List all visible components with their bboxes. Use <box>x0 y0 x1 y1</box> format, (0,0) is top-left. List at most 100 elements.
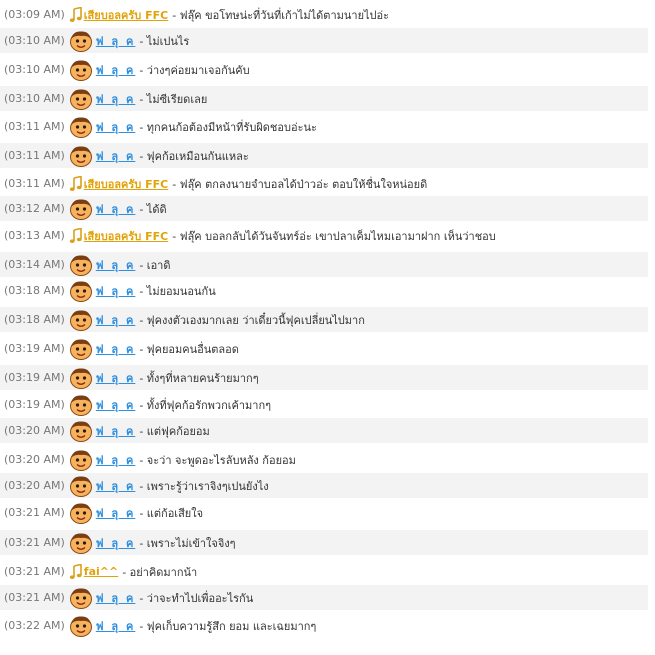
smiley-face-icon <box>69 587 96 609</box>
smiley-face-icon <box>69 338 92 360</box>
smiley-face-icon <box>69 198 96 220</box>
music-note-icon <box>69 6 82 22</box>
message-text: - แต่ก้อเสียใจ <box>139 506 204 520</box>
smiley-face-icon <box>69 309 96 331</box>
smiley-face-icon <box>69 254 96 276</box>
username-link[interactable]: เสียบอลครับ FFC <box>84 6 168 24</box>
smiley-face-icon <box>69 198 92 220</box>
username-link[interactable]: ฟ ลุ ค <box>96 340 136 358</box>
message-timestamp: (03:21 AM) <box>4 506 65 519</box>
message-timestamp: (03:14 AM) <box>4 258 65 271</box>
message-timestamp: (03:13 AM) <box>4 229 65 242</box>
smiley-face-icon <box>69 30 96 52</box>
chat-message-row: (03:11 AM) เสียบอลครับ FFC - ฟลุ๊ค ตกลงนา… <box>0 171 648 196</box>
smiley-face-icon <box>69 502 92 524</box>
message-timestamp: (03:09 AM) <box>4 8 65 21</box>
music-note-icon <box>69 6 84 23</box>
chat-message-row: (03:19 AM) ฟ ลุ ค - ทั้งที่ฟุคก้อรักพวกเค… <box>0 392 648 417</box>
chat-message-row: (03:13 AM) เสียบอลครับ FFC - ฟลุ๊ค บอลกลั… <box>0 223 648 248</box>
music-note-icon <box>69 563 84 580</box>
message-text: - ฟุคก้อเหมือนกันแหละ <box>139 149 249 163</box>
username-link[interactable]: ฟ ลุ ค <box>96 256 136 274</box>
smiley-face-icon <box>69 309 92 331</box>
username-link[interactable]: ฟ ลุ ค <box>96 118 136 136</box>
username-link[interactable]: ฟ ลุ ค <box>96 147 136 165</box>
message-text: - ฟุคเก็บความรู้สึก ยอม และเฉยมากๆ <box>139 619 317 633</box>
smiley-face-icon <box>69 394 92 416</box>
username-link[interactable]: ฟ ลุ ค <box>96 422 136 440</box>
message-text: - ฟลุ๊ค บอลกลับได้วันจันทร์อ่ะ เขาปลาเค็… <box>172 229 496 243</box>
message-text: - ว่างๆค่อยมาเจอกันคับ <box>139 63 250 77</box>
smiley-face-icon <box>69 615 96 637</box>
chat-message-row: (03:21 AM) ฟ ลุ ค - แต่ก้อเสียใจ <box>0 500 648 525</box>
username-link[interactable]: ฟ ลุ ค <box>96 282 136 300</box>
smiley-face-icon <box>69 145 92 167</box>
smiley-face-icon <box>69 394 96 416</box>
chat-message-row: (03:21 AM) ฟ ลุ ค - ว่าจะทำไปเพื่ออะไรกัน <box>0 585 648 610</box>
message-timestamp: (03:21 AM) <box>4 536 65 549</box>
smiley-face-icon <box>69 59 92 81</box>
message-text: - ฟุคงงตัวเองมากเลย ว่าเดี๋ยวนี้ฟุคเปลี่… <box>139 313 365 327</box>
smiley-face-icon <box>69 532 96 554</box>
username-link[interactable]: ฟ ลุ ค <box>96 61 136 79</box>
message-timestamp: (03:10 AM) <box>4 92 65 105</box>
message-text: - ไม่เปนไร <box>139 34 190 48</box>
message-text: - ไม่ซีเรียดเลย <box>139 92 208 106</box>
username-link[interactable]: ฟ ลุ ค <box>96 534 136 552</box>
message-timestamp: (03:18 AM) <box>4 284 65 297</box>
smiley-face-icon <box>69 420 92 442</box>
message-text: - เพราะไม่เข้าใจจิงๆ <box>139 536 236 550</box>
music-note-icon <box>69 227 82 243</box>
smiley-face-icon <box>69 59 96 81</box>
username-link[interactable]: ฟ ลุ ค <box>96 504 136 522</box>
chat-message-row: (03:10 AM) ฟ ลุ ค - ไม่ซีเรียดเลย <box>0 86 648 111</box>
message-timestamp: (03:20 AM) <box>4 424 65 437</box>
username-link[interactable]: ฟ ลุ ค <box>96 369 136 387</box>
username-link[interactable]: ฟ ลุ ค <box>96 311 136 329</box>
smiley-face-icon <box>69 280 92 302</box>
message-timestamp: (03:11 AM) <box>4 149 65 162</box>
message-text: - ฟุคยอมคนอื่นตลอด <box>139 342 239 356</box>
message-timestamp: (03:20 AM) <box>4 479 65 492</box>
message-timestamp: (03:19 AM) <box>4 371 65 384</box>
chat-message-row: (03:20 AM) ฟ ลุ ค - เพราะรู้ว่าเราจิงๆเปน… <box>0 473 648 498</box>
username-link[interactable]: ฟ ลุ ค <box>96 396 136 414</box>
smiley-face-icon <box>69 532 92 554</box>
chat-message-row: (03:10 AM) ฟ ลุ ค - ไม่เปนไร <box>0 28 648 53</box>
username-link[interactable]: fai^^ <box>84 565 118 578</box>
chat-message-row: (03:09 AM) เสียบอลครับ FFC - ฟลุ๊ค ขอโทษน… <box>0 2 648 27</box>
smiley-face-icon <box>69 475 92 497</box>
chat-message-row: (03:19 AM) ฟ ลุ ค - ทั้งๆที่หลายคนร้ายมาก… <box>0 365 648 390</box>
username-link[interactable]: ฟ ลุ ค <box>96 617 136 635</box>
chat-message-row: (03:20 AM) ฟ ลุ ค - แต่ฟุคก้อยอม <box>0 418 648 443</box>
username-link[interactable]: ฟ ลุ ค <box>96 477 136 495</box>
chat-message-row: (03:18 AM) ฟ ลุ ค - ไม่ยอมนอนกัน <box>0 278 648 303</box>
smiley-face-icon <box>69 254 92 276</box>
smiley-face-icon <box>69 116 96 138</box>
message-text: - ฟลุ๊ค ขอโทษน่ะที่วันที่เก้าไม่ได้ตามนา… <box>172 8 390 22</box>
smiley-face-icon <box>69 30 92 52</box>
message-timestamp: (03:19 AM) <box>4 398 65 411</box>
username-link[interactable]: ฟ ลุ ค <box>96 90 136 108</box>
message-text: - ได้ดิ <box>139 202 167 216</box>
username-link[interactable]: เสียบอลครับ FFC <box>84 227 168 245</box>
smiley-face-icon <box>69 145 96 167</box>
username-link[interactable]: ฟ ลุ ค <box>96 200 136 218</box>
message-timestamp: (03:19 AM) <box>4 342 65 355</box>
message-text: - ทั้งที่ฟุคก้อรักพวกเค้ามากๆ <box>139 398 272 412</box>
smiley-face-icon <box>69 88 96 110</box>
message-timestamp: (03:10 AM) <box>4 63 65 76</box>
username-link[interactable]: ฟ ลุ ค <box>96 589 136 607</box>
smiley-face-icon <box>69 587 92 609</box>
username-link[interactable]: ฟ ลุ ค <box>96 32 136 50</box>
message-text: - ฟลุ๊ค ตกลงนายจำบอลได้ป่าวอ่ะ ตอบให้ชื่… <box>172 177 428 191</box>
music-note-icon <box>69 175 82 191</box>
message-timestamp: (03:18 AM) <box>4 313 65 326</box>
message-timestamp: (03:12 AM) <box>4 202 65 215</box>
username-link[interactable]: เสียบอลครับ FFC <box>84 175 168 193</box>
message-timestamp: (03:21 AM) <box>4 565 65 578</box>
smiley-face-icon <box>69 502 96 524</box>
music-note-icon <box>69 175 84 192</box>
username-link[interactable]: ฟ ลุ ค <box>96 451 136 469</box>
chat-message-row: (03:20 AM) ฟ ลุ ค - จะว่า จะพูดอะไรลับหลั… <box>0 447 648 472</box>
